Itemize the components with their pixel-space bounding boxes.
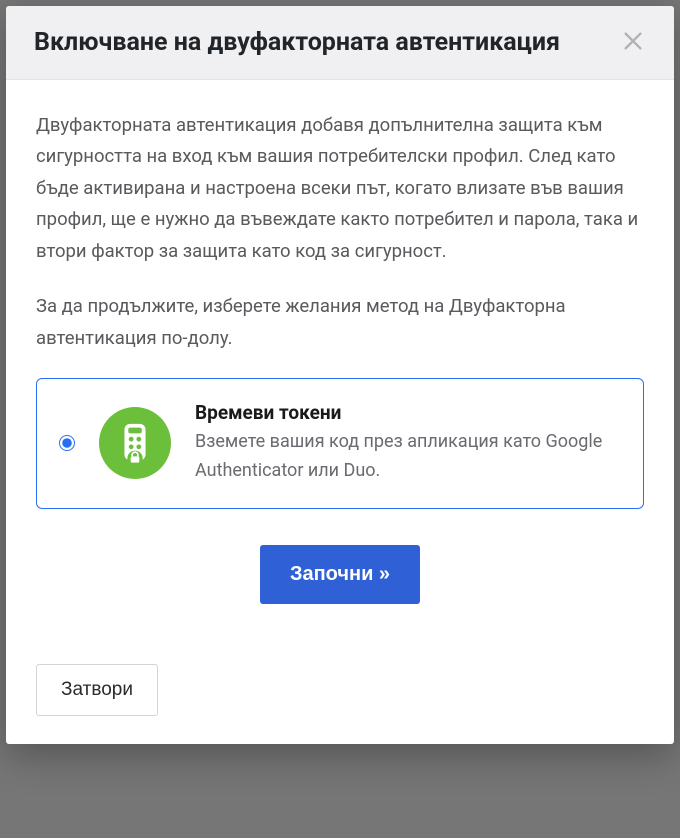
start-row: Започни » [36, 537, 644, 620]
description-paragraph-2: За да продължите, изберете желания метод… [36, 291, 644, 354]
totp-option-card[interactable]: Времеви токени Вземете вашия код през ап… [36, 378, 644, 509]
close-button[interactable] [620, 29, 646, 57]
close-icon [622, 30, 644, 52]
option-description: Вземете вашия код през апликация като Go… [195, 428, 621, 486]
modal-title: Включване на двуфакторната автентикация [34, 28, 560, 57]
modal-overlay: Включване на двуфакторната автентикация … [0, 0, 680, 838]
two-factor-modal: Включване на двуфакторната автентикация … [6, 6, 674, 744]
radio-wrap [59, 435, 75, 451]
totp-radio[interactable] [59, 435, 75, 451]
description-paragraph-1: Двуфакторната автентикация добавя допълн… [36, 110, 644, 267]
modal-footer: Затвори [6, 644, 674, 744]
option-title: Времеви токени [195, 401, 621, 424]
authenticator-icon [99, 407, 171, 479]
start-button[interactable]: Започни » [260, 545, 420, 604]
option-text: Времеви токени Вземете вашия код през ап… [195, 401, 621, 486]
modal-body: Двуфакторната автентикация добавя допълн… [6, 80, 674, 644]
footer-close-button[interactable]: Затвори [36, 664, 158, 716]
modal-header: Включване на двуфакторната автентикация [6, 6, 674, 80]
